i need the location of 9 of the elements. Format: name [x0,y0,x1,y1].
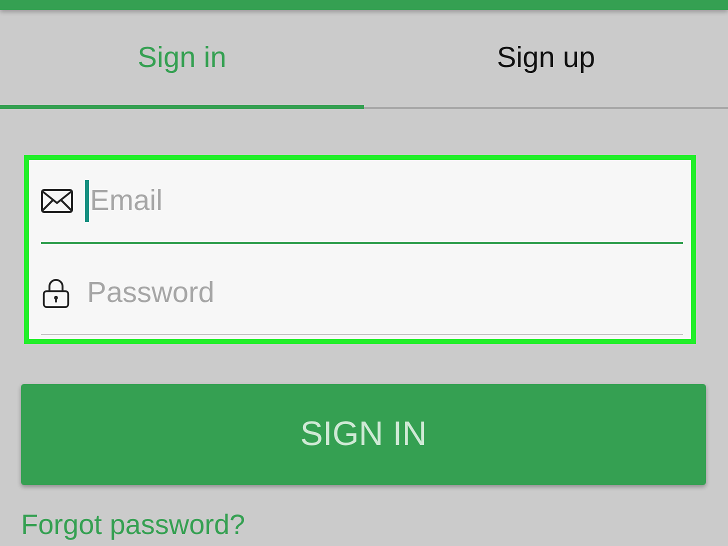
sign-in-button[interactable]: SIGN IN [21,384,706,485]
tab[interactable]: Sign in [0,10,364,109]
email-field[interactable]: Email [90,184,683,218]
padlock-icon [41,278,71,308]
tab[interactable]: Sign up [364,10,728,109]
envelope-icon [41,189,73,213]
forgot-password-link[interactable]: Forgot password? [21,509,246,541]
text-cursor [85,180,89,222]
password-field[interactable]: Password [87,276,683,310]
